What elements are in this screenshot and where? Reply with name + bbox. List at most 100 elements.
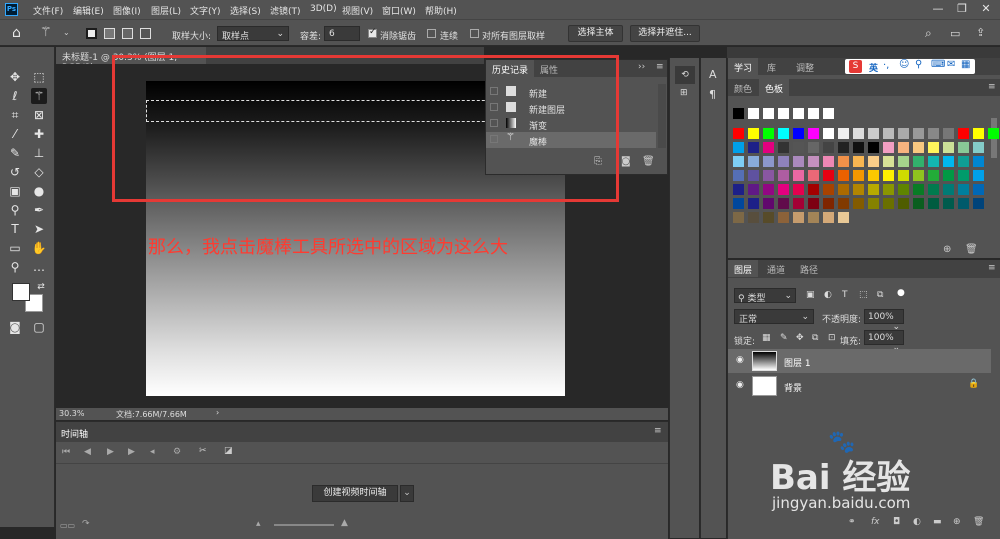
color-swatch[interactable]	[793, 184, 804, 195]
antialias-checkbox[interactable]	[368, 27, 377, 38]
toolbox-icon[interactable]: ▦	[961, 59, 970, 70]
color-swatch[interactable]	[838, 170, 849, 181]
color-swatch[interactable]	[748, 170, 759, 181]
chevron-down-icon[interactable]: ⌄	[63, 28, 70, 37]
crop-tool-icon[interactable]: ⌗	[7, 107, 23, 123]
frame-tool-icon[interactable]: ⊠	[31, 107, 47, 123]
color-swatch[interactable]	[838, 142, 849, 153]
color-swatch[interactable]	[988, 128, 999, 139]
trash-icon[interactable]: 🗑	[642, 156, 655, 167]
color-swatch[interactable]	[763, 170, 774, 181]
zoom-level[interactable]: 30.3%	[59, 409, 84, 418]
color-swatch[interactable]	[868, 170, 879, 181]
color-swatch[interactable]	[808, 212, 819, 223]
color-swatch[interactable]	[748, 184, 759, 195]
trash-icon[interactable]: 🗑	[965, 244, 978, 255]
screen-mode-icon[interactable]: ▢	[31, 319, 47, 335]
new-swatch-icon[interactable]: ⊕	[943, 244, 951, 255]
keyboard-icon[interactable]: ⌨	[931, 59, 945, 70]
film-icon[interactable]: ▭▭	[60, 521, 75, 530]
color-swatch[interactable]	[733, 184, 744, 195]
color-swatch[interactable]	[913, 170, 924, 181]
dodge-tool-icon[interactable]: ⚲	[7, 202, 23, 218]
color-swatch[interactable]	[958, 142, 969, 153]
color-swatch[interactable]	[973, 170, 984, 181]
menu-layer[interactable]: 图层(L)	[151, 4, 181, 17]
color-swatch[interactable]	[838, 128, 849, 139]
prev-frame-icon[interactable]: ◀	[84, 447, 91, 457]
color-swatch[interactable]	[823, 142, 834, 153]
punctuation-icon[interactable]: ·,	[883, 60, 889, 71]
color-swatch[interactable]	[958, 128, 969, 139]
tab-swatches[interactable]: 色板	[759, 79, 790, 96]
panel-menu-icon[interactable]: ≡	[988, 263, 996, 273]
color-swatch[interactable]	[778, 156, 789, 167]
color-swatch[interactable]	[778, 108, 789, 119]
color-swatch[interactable]	[763, 128, 774, 139]
color-swatch[interactable]	[808, 142, 819, 153]
color-swatch[interactable]	[778, 170, 789, 181]
color-swatch[interactable]	[868, 184, 879, 195]
share-icon[interactable]: ⇪	[976, 26, 985, 39]
panel-menu-icon[interactable]: ≡	[654, 426, 662, 436]
lock-all-icon[interactable]: ⊡	[828, 333, 836, 343]
menu-image[interactable]: 图像(I)	[113, 4, 141, 17]
fx-icon[interactable]: fx	[871, 517, 880, 527]
play-icon[interactable]: ▶	[107, 447, 114, 457]
microphone-icon[interactable]: ⚲	[915, 59, 922, 70]
color-swatch[interactable]	[868, 142, 879, 153]
lock-image-icon[interactable]: ✎	[780, 333, 788, 343]
color-swatch[interactable]	[928, 170, 939, 181]
chevron-down-icon[interactable]: ⌄	[400, 485, 414, 502]
color-swatch[interactable]	[823, 184, 834, 195]
tab-paths[interactable]: 路径	[794, 260, 824, 277]
color-swatch[interactable]	[958, 156, 969, 167]
color-swatch[interactable]	[913, 198, 924, 209]
visibility-eye-icon[interactable]: ◉	[736, 380, 744, 390]
color-swatch[interactable]	[913, 156, 924, 167]
color-swatch[interactable]	[733, 108, 744, 119]
eyedropper-tool-icon[interactable]: ⁄	[7, 126, 23, 142]
color-swatch[interactable]	[778, 184, 789, 195]
color-swatch[interactable]	[778, 212, 789, 223]
select-and-mask-button[interactable]: 选择并遮住...	[630, 25, 700, 42]
chevron-right-icon[interactable]: ›	[216, 408, 219, 417]
color-swatch[interactable]	[733, 212, 744, 223]
filter-smart-object-icon[interactable]: ⧉	[877, 290, 883, 300]
close-icon[interactable]: ✕	[976, 2, 996, 15]
hand-tool-icon[interactable]: ✋	[31, 240, 47, 256]
eraser-tool-icon[interactable]: ◇	[31, 164, 47, 180]
lock-transparent-icon[interactable]: ▦	[762, 333, 771, 343]
lock-position-icon[interactable]: ✥	[796, 333, 804, 343]
color-swatch[interactable]	[883, 184, 894, 195]
transition-icon[interactable]: ◪	[224, 446, 233, 456]
color-swatch[interactable]	[733, 170, 744, 181]
color-swatch[interactable]	[733, 198, 744, 209]
layer-row[interactable]: ◉ 背景 🔒	[728, 374, 991, 398]
ime-mode-label[interactable]: 英	[869, 61, 878, 74]
add-selection-icon[interactable]	[104, 28, 115, 39]
color-swatch[interactable]	[868, 198, 879, 209]
color-swatch[interactable]	[853, 128, 864, 139]
color-swatch[interactable]	[733, 128, 744, 139]
color-swatch[interactable]	[853, 184, 864, 195]
color-swatch[interactable]	[778, 198, 789, 209]
add-mask-icon[interactable]: ◘	[893, 517, 900, 527]
lasso-tool-icon[interactable]: ℓ	[7, 88, 23, 104]
history-scrollbar[interactable]	[658, 84, 666, 148]
color-swatch[interactable]	[763, 108, 774, 119]
tab-adjustments[interactable]: 调整	[790, 58, 820, 75]
properties-panel-icon[interactable]: ⊞	[680, 88, 688, 98]
convert-icon[interactable]: ↷	[82, 519, 90, 529]
marquee-tool-icon[interactable]: ⬚	[31, 69, 47, 85]
color-swatch[interactable]	[778, 142, 789, 153]
search-icon[interactable]: ⌕	[925, 26, 932, 41]
color-swatch[interactable]	[898, 198, 909, 209]
all-layers-checkbox[interactable]	[470, 29, 479, 38]
trash-icon[interactable]: 🗑	[973, 517, 984, 527]
color-swatch[interactable]	[808, 198, 819, 209]
opacity-input[interactable]: 100% ⌄	[864, 309, 904, 332]
workspace-icon[interactable]: ▭	[950, 27, 960, 40]
color-swatch[interactable]	[853, 142, 864, 153]
color-swatch[interactable]	[763, 198, 774, 209]
